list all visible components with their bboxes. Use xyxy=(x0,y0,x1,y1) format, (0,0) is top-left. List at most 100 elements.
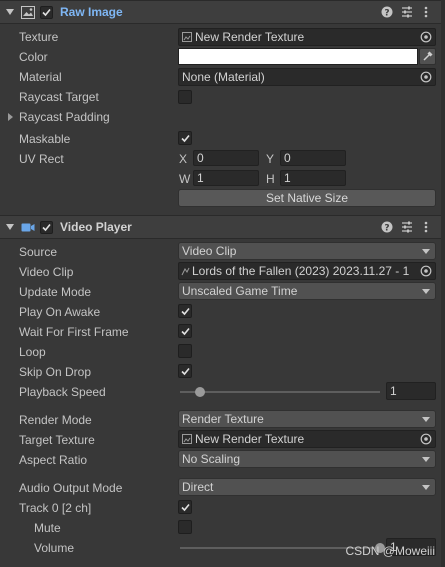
skip-on-drop-label: Skip On Drop xyxy=(19,365,92,379)
raycast-target-checkbox[interactable] xyxy=(178,90,192,104)
fold-arrow-icon[interactable] xyxy=(6,9,14,15)
aspect-ratio-dropdown[interactable]: No Scaling xyxy=(178,450,436,468)
source-dropdown[interactable]: Video Clip xyxy=(178,242,436,260)
aspect-ratio-value: No Scaling xyxy=(182,452,241,466)
target-texture-field[interactable]: New Render Texture xyxy=(178,430,436,448)
svg-text:?: ? xyxy=(384,9,389,19)
mute-label: Mute xyxy=(34,521,61,535)
raw-image-header-icons: ? xyxy=(381,5,437,21)
material-value: None (Material) xyxy=(182,70,265,84)
raw-image-enable-checkbox[interactable] xyxy=(40,6,53,19)
uv-w-label: W xyxy=(179,172,191,186)
help-icon[interactable]: ? xyxy=(381,220,393,237)
track-enabled-checkbox[interactable] xyxy=(178,500,192,514)
svg-text:?: ? xyxy=(384,224,389,234)
playback-speed-field[interactable]: 1 xyxy=(386,382,436,400)
source-label: Source xyxy=(19,245,58,259)
volume-label: Volume xyxy=(34,541,75,555)
dropdown-arrow-icon xyxy=(422,485,430,490)
material-field[interactable]: None (Material) xyxy=(178,68,436,86)
help-icon[interactable]: ? xyxy=(381,5,393,22)
wait-first-frame-label: Wait For First Frame xyxy=(19,325,129,339)
video-clip-value: Lords of the Fallen (2023) 2023.11.27 - … xyxy=(192,264,410,278)
uv-y-label: Y xyxy=(266,152,275,166)
raycast-target-label: Raycast Target xyxy=(19,90,99,104)
object-picker-icon[interactable] xyxy=(420,31,432,43)
video-clip-field[interactable]: Lords of the Fallen (2023) 2023.11.27 - … xyxy=(178,262,436,280)
eyedropper-icon xyxy=(423,51,433,61)
video-player-icon xyxy=(21,223,35,232)
video-clip-icon xyxy=(181,267,190,276)
inspector-panel: Raw Image ? Texture New Render Texture C… xyxy=(0,0,445,567)
texture-value: New Render Texture xyxy=(195,30,305,44)
render-texture-icon xyxy=(182,32,192,42)
audio-output-label: Audio Output Mode xyxy=(19,481,123,495)
checkmark-icon xyxy=(181,367,190,376)
object-picker-icon[interactable] xyxy=(420,71,432,83)
uv-x-label: X xyxy=(179,152,188,166)
preset-settings-icon[interactable] xyxy=(401,5,413,22)
audio-output-value: Direct xyxy=(182,480,214,494)
maskable-label: Maskable xyxy=(19,132,71,146)
video-player-header[interactable]: Video Player ? xyxy=(0,215,445,239)
object-picker-icon[interactable] xyxy=(420,433,432,445)
playback-speed-label: Playback Speed xyxy=(19,385,106,399)
expand-arrow-icon[interactable] xyxy=(8,113,13,121)
color-swatch[interactable] xyxy=(178,48,418,65)
uv-rect-label: UV Rect xyxy=(19,152,64,166)
dropdown-arrow-icon xyxy=(422,457,430,462)
target-texture-value: New Render Texture xyxy=(195,432,305,446)
fold-arrow-icon[interactable] xyxy=(6,224,14,230)
wait-first-frame-checkbox[interactable] xyxy=(178,324,192,338)
context-menu-icon[interactable] xyxy=(423,220,429,237)
texture-label: Texture xyxy=(19,30,59,44)
uv-x-field[interactable]: 0 xyxy=(193,150,259,166)
raycast-padding-label[interactable]: Raycast Padding xyxy=(19,110,110,124)
uv-w-field[interactable]: 1 xyxy=(193,170,259,186)
video-player-enable-checkbox[interactable] xyxy=(40,221,53,234)
dropdown-arrow-icon xyxy=(422,249,430,254)
uv-y-field[interactable]: 0 xyxy=(280,150,346,166)
render-mode-dropdown[interactable]: Render Texture xyxy=(178,410,436,428)
update-mode-dropdown[interactable]: Unscaled Game Time xyxy=(178,282,436,300)
material-label: Material xyxy=(19,70,62,84)
target-texture-label: Target Texture xyxy=(19,433,95,447)
eyedropper-button[interactable] xyxy=(419,48,436,65)
set-native-size-button[interactable]: Set Native Size xyxy=(178,189,436,207)
checkmark-icon xyxy=(181,134,190,143)
uv-h-field[interactable]: 1 xyxy=(280,170,346,186)
source-value: Video Clip xyxy=(182,244,237,258)
dropdown-arrow-icon xyxy=(422,417,430,422)
raw-image-title: Raw Image xyxy=(60,5,123,19)
play-on-awake-label: Play On Awake xyxy=(19,305,101,319)
maskable-checkbox[interactable] xyxy=(178,131,192,145)
update-mode-value: Unscaled Game Time xyxy=(182,284,298,298)
skip-on-drop-checkbox[interactable] xyxy=(178,364,192,378)
render-texture-icon xyxy=(182,434,192,444)
raw-image-icon xyxy=(21,6,35,19)
audio-output-dropdown[interactable]: Direct xyxy=(178,478,436,496)
playback-speed-slider-thumb[interactable] xyxy=(195,387,205,397)
video-player-title: Video Player xyxy=(60,220,132,234)
playback-speed-slider-track[interactable] xyxy=(180,391,380,393)
aspect-ratio-label: Aspect Ratio xyxy=(19,453,88,467)
dropdown-arrow-icon xyxy=(422,289,430,294)
render-mode-value: Render Texture xyxy=(182,412,264,426)
object-picker-icon[interactable] xyxy=(420,265,432,277)
inspector-scrollbar[interactable] xyxy=(441,0,445,567)
update-mode-label: Update Mode xyxy=(19,285,92,299)
uv-h-label: H xyxy=(266,172,275,186)
checkmark-icon xyxy=(181,327,190,336)
play-on-awake-checkbox[interactable] xyxy=(178,304,192,318)
color-label: Color xyxy=(19,50,48,64)
video-player-header-icons: ? xyxy=(381,220,437,236)
checkmark-icon xyxy=(181,503,190,512)
video-clip-label: Video Clip xyxy=(19,265,74,279)
raw-image-header[interactable]: Raw Image ? xyxy=(0,0,445,24)
watermark-text: CSDN @Moweiii xyxy=(345,544,435,558)
preset-settings-icon[interactable] xyxy=(401,220,413,237)
loop-checkbox[interactable] xyxy=(178,344,192,358)
texture-field[interactable]: New Render Texture xyxy=(178,28,436,46)
mute-checkbox[interactable] xyxy=(178,520,192,534)
context-menu-icon[interactable] xyxy=(423,5,429,22)
